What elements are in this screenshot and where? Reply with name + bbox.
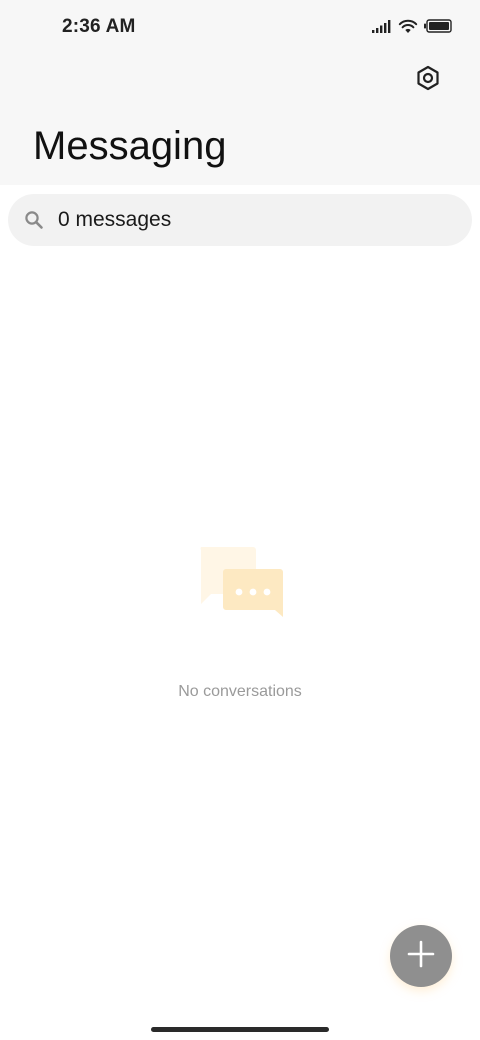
page-title: Messaging: [33, 124, 227, 168]
messaging-screen: 2:36 AM Messaging 0 messages No conversa…: [0, 0, 480, 1040]
home-indicator[interactable]: [151, 1027, 329, 1032]
search-icon: [24, 210, 44, 230]
settings-button[interactable]: [408, 60, 448, 100]
chat-bubbles-icon: [193, 545, 287, 627]
status-icons: [372, 18, 452, 38]
new-conversation-button[interactable]: [390, 925, 452, 987]
search-summary: 0 messages: [58, 208, 172, 231]
empty-state-message: No conversations: [178, 683, 302, 700]
plus-icon: [407, 940, 435, 973]
battery-icon: [424, 18, 452, 38]
status-time: 2:36 AM: [62, 16, 136, 37]
status-bar: 2:36 AM: [0, 0, 480, 56]
search-bar[interactable]: 0 messages: [8, 194, 472, 246]
settings-icon: [415, 65, 441, 96]
signal-icon: [372, 19, 392, 38]
wifi-icon: [398, 18, 418, 39]
